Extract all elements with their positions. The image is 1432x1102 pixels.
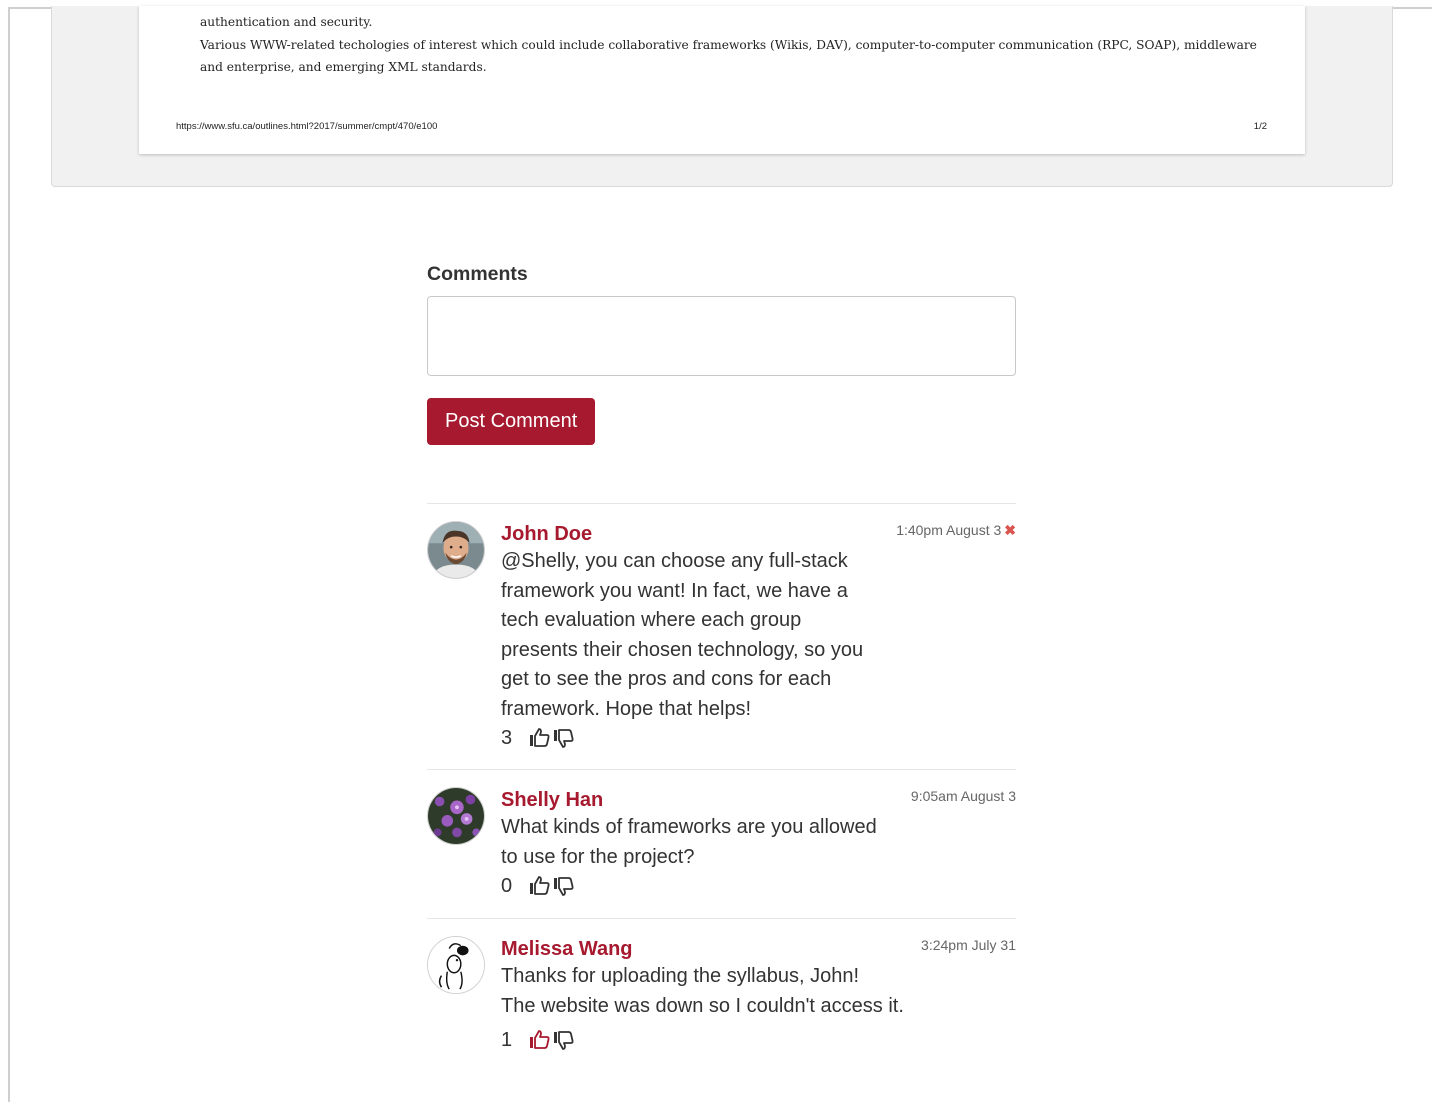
vote-count: 3 bbox=[501, 726, 513, 749]
document-text-line: and enterprise, and emerging XML standar… bbox=[200, 60, 487, 74]
thumbs-down-icon[interactable] bbox=[552, 874, 576, 898]
document-page-indicator: 1/2 bbox=[1253, 121, 1267, 132]
thumbs-down-icon[interactable] bbox=[552, 1028, 576, 1052]
thumbs-up-icon[interactable] bbox=[528, 874, 552, 898]
comment-text: @Shelly, you can choose any full-stack f… bbox=[501, 550, 864, 720]
post-comment-button[interactable]: Post Comment bbox=[427, 398, 596, 445]
comments-section: Comments Post Comment 1:40pm August 3 ✖ … bbox=[427, 262, 1016, 1069]
thumbs-up-icon[interactable] bbox=[528, 726, 552, 750]
thumbs-up-icon[interactable] bbox=[528, 1028, 552, 1052]
thumbs-down-icon[interactable] bbox=[552, 726, 576, 750]
comment-timestamp: 3:24pm July 31 bbox=[921, 937, 1016, 953]
comment-text: What kinds of frameworks are you allowed… bbox=[501, 816, 877, 868]
comment-item: 9:05am August 3 Shelly Han What kinds of… bbox=[427, 769, 1016, 918]
vote-count: 0 bbox=[501, 874, 513, 897]
comment-text-line: The website was down so I couldn't acces… bbox=[501, 994, 904, 1017]
comment-input[interactable] bbox=[427, 296, 1016, 376]
comment-list: 1:40pm August 3 ✖ John Doe @Shelly, you c… bbox=[427, 503, 1016, 1069]
comments-heading: Comments bbox=[427, 263, 528, 285]
vote-count: 1 bbox=[501, 1028, 513, 1051]
window-frame-left bbox=[8, 7, 10, 1102]
vote-row: 0 bbox=[501, 872, 1016, 900]
vote-row: 3 bbox=[501, 724, 1016, 752]
delete-icon[interactable]: ✖ bbox=[1004, 522, 1016, 538]
document-footer-url: https://www.sfu.ca/outlines.html?2017/su… bbox=[176, 121, 438, 132]
document-text-line: Various WWW-related techologies of inter… bbox=[200, 38, 1257, 52]
document-page: authentication and security. Various WWW… bbox=[139, 6, 1305, 154]
man-portrait-avatar bbox=[427, 521, 485, 579]
vote-row: 1 bbox=[501, 1026, 1016, 1054]
document-text-line: authentication and security. bbox=[200, 15, 373, 29]
comment-timestamp: 1:40pm August 3 ✖ bbox=[896, 522, 1016, 538]
comment-item: 3:24pm July 31 Melissa Wang Thanks for u… bbox=[427, 918, 1016, 1069]
comment-item: 1:40pm August 3 ✖ John Doe @Shelly, you c… bbox=[427, 503, 1016, 769]
cartoon-dog-avatar bbox=[427, 936, 485, 994]
comment-timestamp: 9:05am August 3 bbox=[910, 788, 1016, 804]
purple-flowers-avatar bbox=[427, 787, 485, 845]
comment-text-line: Thanks for uploading the syllabus, John! bbox=[501, 965, 859, 987]
document-viewer[interactable]: authentication and security. Various WWW… bbox=[51, 6, 1393, 187]
comment-text: Thanks for uploading the syllabus, John!… bbox=[501, 962, 1016, 1021]
